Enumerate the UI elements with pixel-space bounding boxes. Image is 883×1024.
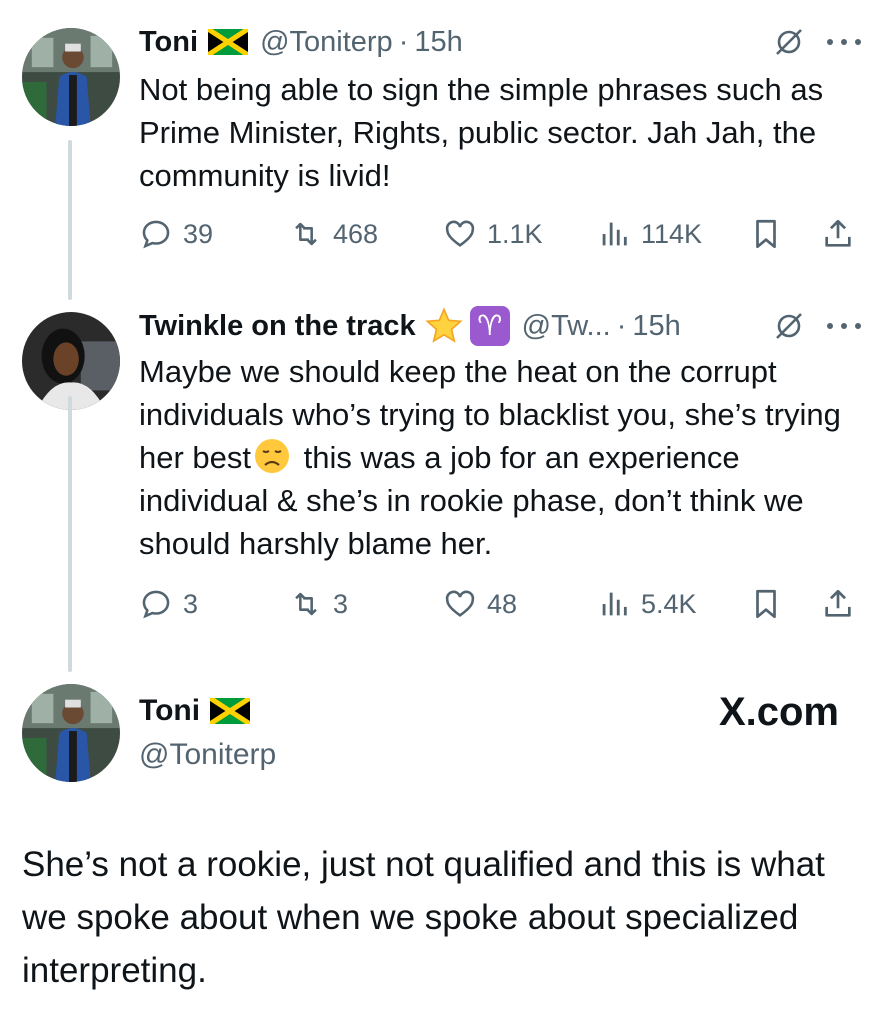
bookmark-button[interactable] — [749, 584, 783, 624]
separator: · — [616, 309, 627, 342]
more-icon[interactable] — [827, 321, 861, 331]
views-icon — [602, 592, 627, 616]
reply-icon — [142, 590, 170, 619]
handle[interactable]: @Tw... — [522, 310, 611, 343]
jamaica-flag-icon — [210, 698, 251, 724]
tweet-actions: 3 3 48 5.4K — [139, 584, 861, 624]
repost-count: 468 — [333, 218, 379, 249]
grok-icon[interactable] — [773, 310, 805, 342]
display-name[interactable]: Twinkle on the track — [139, 310, 416, 343]
reply-button[interactable]: 39 — [139, 214, 213, 254]
repost-button[interactable]: 468 — [289, 214, 378, 254]
views-count: 5.4K — [641, 588, 697, 619]
avatar[interactable] — [22, 28, 120, 126]
thread-line — [68, 140, 72, 300]
tweet-header: Twinkle on the track ♈ @Tw... · 15h — [139, 306, 861, 346]
card-handle[interactable]: @Toniterp — [139, 738, 861, 772]
tweet-header: Toni @Toniterp · 15h — [139, 24, 861, 60]
xcom-logo: X.com — [718, 690, 839, 734]
like-button[interactable]: 1.1K — [443, 214, 543, 254]
views-count: 114K — [641, 218, 703, 249]
tweet-text: Not being able to sign the simple phrase… — [139, 72, 824, 193]
avatar[interactable] — [22, 684, 120, 782]
display-name[interactable]: Toni — [139, 26, 198, 59]
like-count: 1.1K — [487, 218, 543, 249]
display-name: Toni — [139, 694, 201, 727]
views-button[interactable]: 5.4K — [597, 584, 697, 624]
timestamp[interactable]: 15h — [414, 26, 462, 59]
bookmark-icon — [756, 589, 776, 619]
quote-text: She’s not a rookie, just not qualified a… — [22, 845, 825, 990]
share-icon — [825, 219, 851, 247]
star-icon — [424, 307, 463, 343]
repost-icon — [295, 592, 317, 616]
tweet-text: Maybe we should keep the heat on the cor… — [139, 350, 861, 565]
reply-button[interactable]: 3 — [139, 584, 198, 624]
jamaica-flag-icon — [208, 29, 249, 55]
views-button[interactable]: 114K — [597, 214, 702, 254]
more-icon[interactable] — [827, 37, 861, 47]
handle[interactable]: @Toniterp — [260, 26, 393, 59]
reply-icon — [142, 220, 170, 249]
like-button[interactable]: 48 — [443, 584, 517, 624]
aries-icon: ♈ — [469, 306, 510, 346]
disappointed-face-icon — [255, 439, 290, 473]
thread-line — [68, 396, 72, 672]
share-icon — [825, 589, 851, 617]
heart-icon — [445, 220, 475, 247]
bookmark-icon — [756, 219, 776, 249]
heart-icon — [445, 590, 475, 617]
reply-count: 39 — [183, 218, 214, 249]
tweet-actions: 39 468 1.1K 114K — [139, 214, 861, 254]
share-button[interactable] — [821, 214, 855, 254]
reply-count: 3 — [183, 588, 199, 619]
repost-count: 3 — [333, 588, 349, 619]
separator: · — [398, 25, 409, 58]
repost-button[interactable]: 3 — [289, 584, 348, 624]
like-count: 48 — [487, 588, 518, 619]
grok-icon[interactable] — [773, 26, 805, 58]
views-icon — [602, 222, 627, 246]
share-button[interactable] — [821, 584, 855, 624]
timestamp[interactable]: 15h — [632, 310, 680, 343]
repost-icon — [295, 222, 317, 246]
bookmark-button[interactable] — [749, 214, 783, 254]
